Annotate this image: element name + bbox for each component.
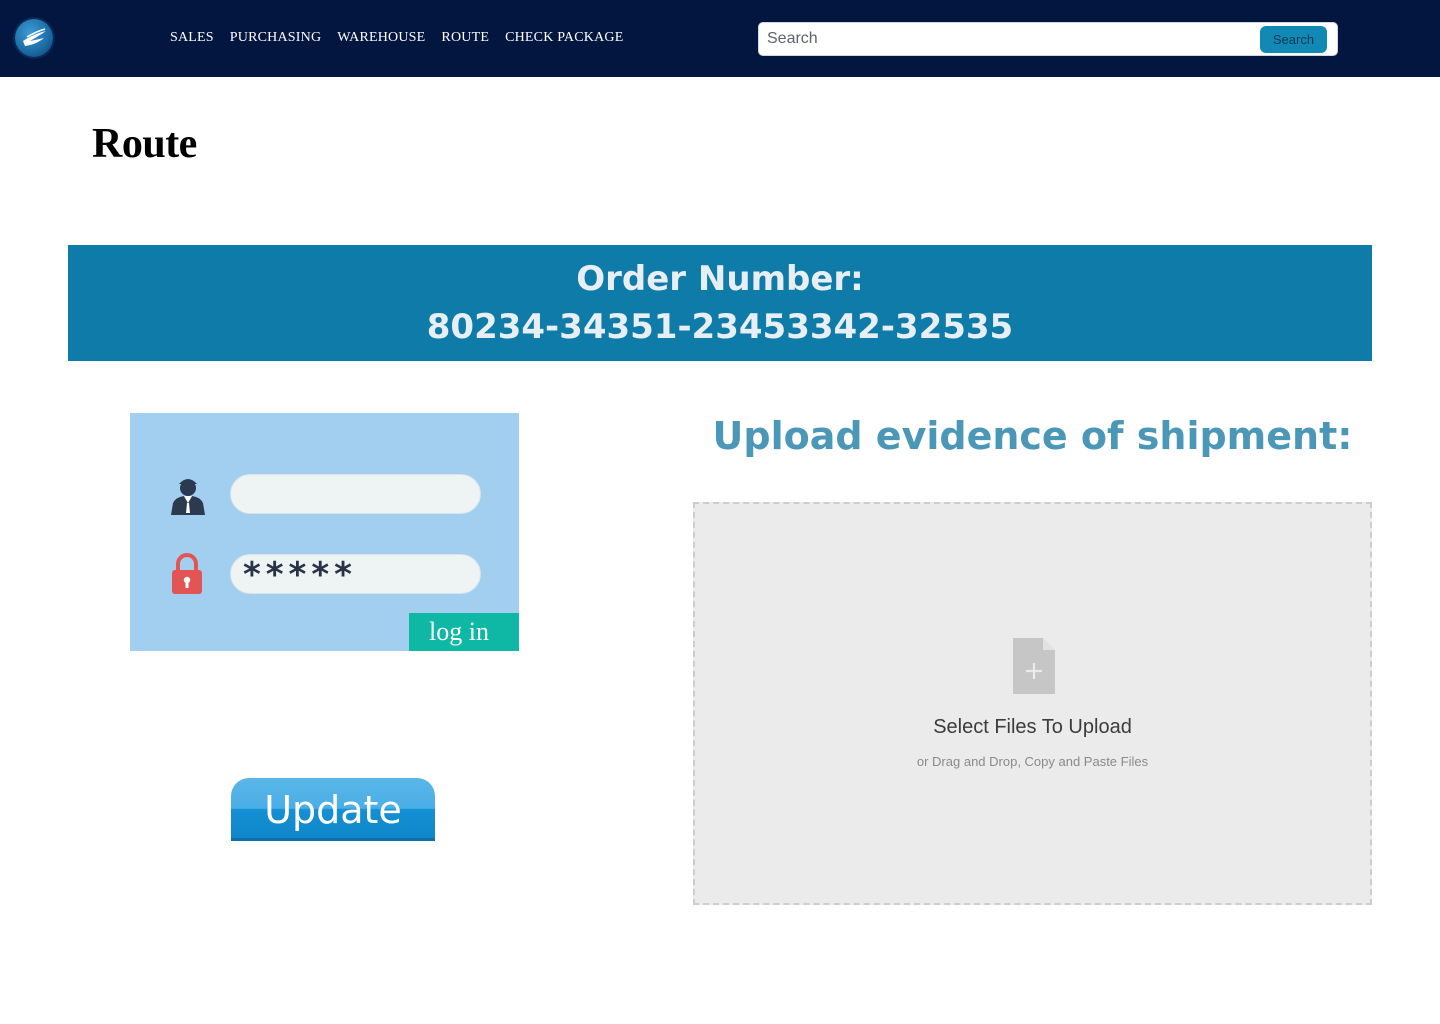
file-add-icon [1013, 638, 1055, 694]
update-button[interactable]: Update [231, 778, 435, 841]
nav-sales[interactable]: SALES [170, 30, 214, 46]
user-icon [171, 479, 205, 515]
search-button[interactable]: Search [1260, 26, 1327, 53]
nav-purchasing[interactable]: PURCHASING [230, 30, 321, 46]
top-navigation-bar: SALES PURCHASING WAREHOUSE ROUTE CHECK P… [0, 0, 1440, 77]
search-bar: Search [758, 22, 1338, 56]
nav-route[interactable]: ROUTE [441, 30, 489, 46]
username-field[interactable] [230, 474, 481, 514]
search-input[interactable] [767, 27, 1257, 51]
order-number-label: Order Number: [576, 259, 864, 299]
password-mask: ***** [243, 555, 357, 595]
wing-logo-icon[interactable] [15, 19, 53, 57]
password-field[interactable]: ***** [230, 554, 481, 594]
dropzone-subtitle: or Drag and Drop, Copy and Paste Files [916, 754, 1149, 769]
upload-title: Upload evidence of shipment: [712, 414, 1353, 458]
nav-warehouse[interactable]: WAREHOUSE [337, 30, 425, 46]
file-dropzone[interactable]: Select Files To Upload or Drag and Drop,… [693, 502, 1372, 905]
lock-icon [172, 553, 202, 594]
dropzone-title: Select Files To Upload [933, 716, 1132, 738]
login-button[interactable]: log in [409, 613, 519, 651]
page-title: Route [92, 121, 197, 167]
main-nav: SALES PURCHASING WAREHOUSE ROUTE CHECK P… [170, 30, 623, 46]
order-number-value: 80234-34351-23453342-32535 [426, 307, 1014, 347]
nav-check-package[interactable]: CHECK PACKAGE [505, 30, 623, 46]
login-card: ***** log in [130, 413, 519, 651]
order-number-banner: Order Number: 80234-34351-23453342-32535 [68, 245, 1372, 361]
